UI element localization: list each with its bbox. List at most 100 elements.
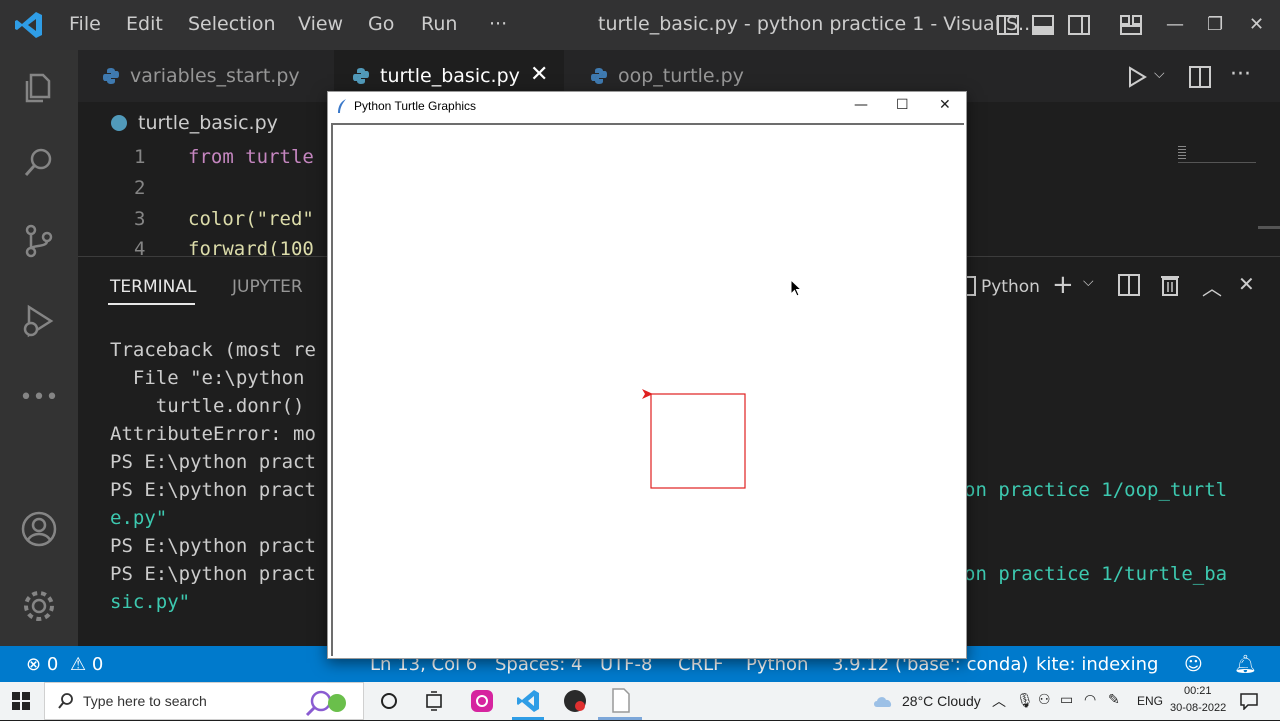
toggle-sidebar-icon[interactable] bbox=[996, 13, 1020, 41]
terminal-line: PS E:\python pract bbox=[110, 479, 316, 501]
tab-terminal[interactable]: TERMINAL bbox=[110, 277, 196, 297]
pen-icon[interactable]: ✎ bbox=[1108, 692, 1120, 708]
feather-icon bbox=[336, 98, 348, 118]
turtle-window-title: Python Turtle Graphics bbox=[354, 99, 477, 113]
more-actions-icon[interactable]: ··· bbox=[1230, 62, 1251, 87]
close-panel-icon[interactable]: ✕ bbox=[1238, 272, 1255, 296]
taskbar-search-box[interactable]: Type here to search bbox=[44, 682, 364, 720]
drawn-square bbox=[650, 393, 746, 489]
maximize-panel-icon[interactable]: ︿ bbox=[1202, 272, 1222, 301]
terminal-line: Traceback (most re bbox=[110, 339, 316, 361]
wifi-icon[interactable]: ◠ bbox=[1084, 692, 1096, 708]
microphone-icon[interactable]: 🎙︎ bbox=[1016, 693, 1034, 709]
title-bar: File Edit Selection View Go Run ··· turt… bbox=[0, 0, 1280, 50]
action-center-icon[interactable] bbox=[1240, 692, 1258, 714]
restore-icon[interactable]: ❐ bbox=[1207, 14, 1223, 35]
python-taskbar-icon[interactable] bbox=[563, 689, 587, 717]
menu-run[interactable]: Run bbox=[421, 13, 457, 35]
account-icon[interactable] bbox=[18, 508, 60, 550]
terminal-line: PS E:\python pract bbox=[110, 535, 316, 557]
breadcrumb[interactable]: turtle_basic.py bbox=[110, 112, 278, 134]
vscode-taskbar-icon[interactable] bbox=[516, 689, 540, 717]
search-icon[interactable] bbox=[18, 142, 60, 184]
settings-gear-icon[interactable] bbox=[18, 585, 60, 627]
split-terminal-icon[interactable] bbox=[1118, 274, 1140, 300]
chevron-up-icon[interactable]: ︿ bbox=[992, 691, 1006, 711]
search-placeholder: Type here to search bbox=[83, 693, 207, 709]
line-number: 3 bbox=[134, 208, 146, 230]
search-highlight-icon bbox=[301, 687, 357, 721]
line-number: 1 bbox=[134, 146, 146, 168]
windows-taskbar: Type here to search 28°C Cloudy ︿ 🎙︎ ⚇ ▭… bbox=[0, 682, 1280, 720]
menu-more[interactable]: ··· bbox=[489, 13, 507, 35]
clock-time[interactable]: 00:21 bbox=[1184, 685, 1212, 697]
terminal-line: turtle.donr() bbox=[110, 395, 305, 417]
chevron-down-icon[interactable]: ⌵ bbox=[1083, 274, 1094, 290]
battery-icon[interactable]: ▭ bbox=[1060, 692, 1073, 708]
chevron-down-icon[interactable]: ⌵ bbox=[1154, 66, 1165, 82]
toggle-panel-icon[interactable] bbox=[1031, 13, 1055, 41]
customize-layout-icon[interactable] bbox=[1119, 13, 1143, 41]
tab-label: turtle_basic.py bbox=[380, 65, 520, 87]
terminal-shell-label[interactable]: Python bbox=[981, 277, 1040, 297]
turtle-canvas[interactable] bbox=[331, 123, 964, 656]
turtle-graphics-window[interactable]: Python Turtle Graphics — ☐ ✕ bbox=[327, 91, 967, 659]
toggle-secondary-sidebar-icon[interactable] bbox=[1067, 13, 1091, 41]
turtle-close-icon[interactable]: ✕ bbox=[939, 97, 951, 113]
terminal-line: sic.py" bbox=[110, 591, 191, 613]
menu-edit[interactable]: Edit bbox=[126, 13, 163, 35]
python-file-icon bbox=[590, 67, 608, 85]
terminal-line: PS E:\python pract bbox=[110, 451, 316, 473]
minimize-icon[interactable]: — bbox=[1166, 14, 1184, 35]
notifications-bell-icon[interactable]: 🔔︎ bbox=[1234, 654, 1257, 675]
terminal-line: PS E:\python pract bbox=[110, 563, 316, 585]
run-debug-icon[interactable] bbox=[18, 300, 60, 342]
instagram-icon[interactable] bbox=[470, 689, 494, 717]
problems-indicator[interactable]: ⊗ 0 ⚠ 0 bbox=[26, 654, 103, 675]
close-tab-icon[interactable]: ✕ bbox=[530, 62, 548, 87]
menu-go[interactable]: Go bbox=[368, 13, 394, 35]
run-file-icon[interactable] bbox=[1126, 66, 1148, 92]
turtle-window-taskbar-icon[interactable] bbox=[610, 688, 632, 718]
close-window-icon[interactable]: ✕ bbox=[1249, 14, 1264, 35]
mouse-pointer-icon bbox=[790, 278, 803, 301]
turtle-maximize-icon[interactable]: ☐ bbox=[896, 97, 909, 113]
tab-jupyter[interactable]: JUPYTER bbox=[232, 277, 303, 297]
tab-variables-start[interactable]: variables_start.py bbox=[84, 50, 334, 102]
minimap[interactable] bbox=[1178, 146, 1186, 160]
error-count: 0 bbox=[46, 654, 59, 675]
line-number: 2 bbox=[134, 177, 146, 199]
new-terminal-icon[interactable]: + bbox=[1052, 270, 1074, 300]
minimap-viewport bbox=[1178, 162, 1256, 163]
cortana-icon[interactable] bbox=[380, 692, 398, 714]
terminal-line: AttributeError: mo bbox=[110, 423, 316, 445]
windows-start-icon[interactable] bbox=[12, 692, 30, 714]
terminal-line: File "e:\python bbox=[110, 367, 305, 389]
active-tab-indicator bbox=[108, 303, 195, 305]
turtle-window-titlebar[interactable]: Python Turtle Graphics — ☐ ✕ bbox=[328, 92, 966, 122]
python-file-icon bbox=[102, 67, 120, 85]
menu-file[interactable]: File bbox=[69, 13, 101, 35]
code-line: from turtle bbox=[188, 146, 314, 168]
kite-status[interactable]: kite: indexing bbox=[1036, 654, 1158, 675]
weather-text[interactable]: 28°C Cloudy bbox=[902, 693, 981, 709]
tab-label: oop_turtle.py bbox=[618, 65, 744, 87]
source-control-icon[interactable] bbox=[18, 220, 60, 262]
more-views-icon[interactable]: ••• bbox=[18, 376, 60, 418]
task-view-icon[interactable] bbox=[424, 691, 444, 715]
terminal-line: on practice 1/oop_turtl bbox=[964, 479, 1228, 501]
scrollbar-thumb[interactable] bbox=[1258, 226, 1280, 229]
feedback-icon[interactable]: ☺ bbox=[1184, 654, 1203, 675]
explorer-icon[interactable] bbox=[18, 66, 60, 108]
turtle-minimize-icon[interactable]: — bbox=[854, 97, 868, 113]
menu-selection[interactable]: Selection bbox=[188, 13, 276, 35]
menu-view[interactable]: View bbox=[298, 13, 343, 35]
trash-icon[interactable] bbox=[1160, 273, 1180, 301]
people-icon[interactable]: ⚇ bbox=[1038, 692, 1051, 708]
python-file-icon bbox=[110, 114, 128, 132]
input-language[interactable]: ENG bbox=[1137, 694, 1163, 708]
terminal-line: e.py" bbox=[110, 507, 168, 529]
clock-date[interactable]: 30-08-2022 bbox=[1170, 702, 1226, 714]
split-editor-icon[interactable] bbox=[1188, 65, 1212, 93]
tab-label: variables_start.py bbox=[130, 65, 300, 87]
